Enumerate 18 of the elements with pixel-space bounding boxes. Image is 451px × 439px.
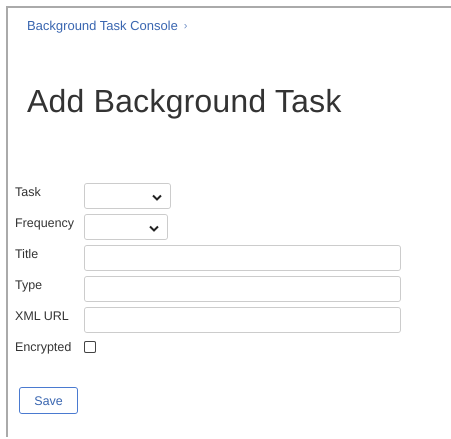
dropdown[interactable] bbox=[84, 214, 168, 240]
field-label: Encrypted bbox=[15, 339, 72, 354]
field-label: Task bbox=[15, 184, 42, 199]
save-button[interactable]: Save bbox=[19, 387, 78, 414]
text-field[interactable] bbox=[84, 245, 401, 271]
dropdown[interactable] bbox=[84, 183, 171, 209]
page-title: Add Background Task bbox=[27, 83, 343, 120]
text-field[interactable] bbox=[84, 307, 401, 333]
field-label: Title bbox=[15, 246, 40, 261]
checkbox[interactable] bbox=[84, 341, 96, 353]
field-label: Type bbox=[15, 277, 44, 292]
breadcrumb-separator: › bbox=[184, 20, 188, 32]
breadcrumb-link[interactable]: Background Task Console bbox=[27, 18, 178, 33]
chevron-down-icon bbox=[152, 194, 162, 201]
chevron-down-icon bbox=[149, 225, 159, 232]
text-field[interactable] bbox=[84, 276, 401, 302]
field-label: Frequency bbox=[15, 215, 76, 230]
field-label: XML URL bbox=[15, 308, 70, 323]
